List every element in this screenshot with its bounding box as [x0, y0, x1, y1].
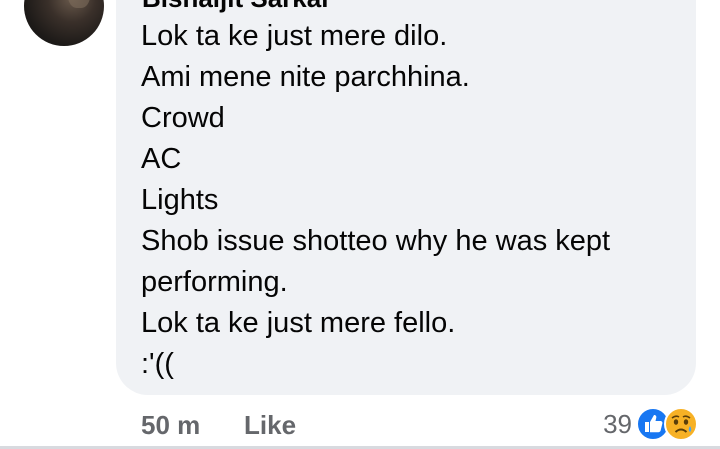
- comment-line: Shob issue shotteo why he was kept: [141, 225, 611, 257]
- avatar[interactable]: [24, 0, 104, 46]
- comment-line: performing.: [141, 266, 288, 298]
- comment-line: :'((: [141, 348, 174, 380]
- avatar-photo: [68, 0, 90, 8]
- reactions-summary[interactable]: 39: [603, 404, 698, 444]
- sad-icon: [664, 407, 698, 441]
- comment-line: Lok ta ke just mere fello.: [141, 307, 456, 339]
- comment-line: Ami mene nite parchhina.: [141, 61, 470, 93]
- comment-line: Lights: [141, 184, 219, 216]
- comment-line: Lok ta ke just mere dilo.: [141, 20, 448, 52]
- comment-body: Lok ta ke just mere dilo. Ami mene nite …: [141, 16, 686, 385]
- comment-thread: Bishaljit Sarkar Lok ta ke just mere dil…: [0, 0, 720, 449]
- comment-line: AC: [141, 143, 182, 175]
- comment-author[interactable]: Bishaljit Sarkar: [142, 0, 331, 11]
- comment-timestamp[interactable]: 50 m: [141, 407, 200, 443]
- like-button[interactable]: Like: [244, 407, 296, 443]
- comment-line: Crowd: [141, 102, 225, 134]
- reaction-count: 39: [603, 409, 632, 439]
- reaction-icons: [636, 407, 698, 441]
